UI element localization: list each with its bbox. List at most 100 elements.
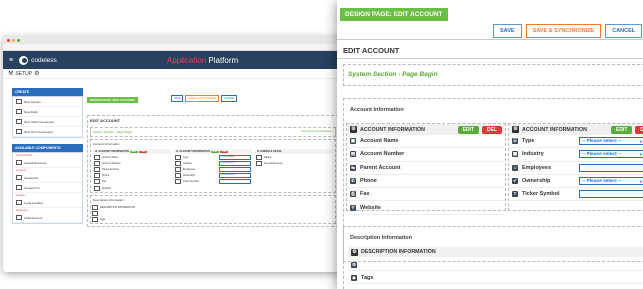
list-icon: ☰: [512, 138, 518, 145]
codeless-logo-icon: [19, 55, 29, 65]
select-dropdown[interactable]: -- Please select -- ▼: [579, 137, 643, 146]
field-row[interactable]: ☰ Type -- Please select -- ▼: [509, 135, 643, 149]
mini-field-row[interactable]: Website: [93, 185, 171, 191]
select-dropdown[interactable]: -- Please select -- ▼: [579, 150, 643, 159]
mini-field-row[interactable]: Tags: [91, 217, 335, 223]
field-label: Account Name: [360, 138, 399, 145]
component-item-label: Child Account: [24, 215, 43, 220]
mini-field-label: DESCRIPTION INFORMATION: [100, 205, 136, 209]
field-row[interactable]: ▤ Account Number: [347, 148, 505, 162]
maximize-dot-icon[interactable]: [17, 38, 20, 42]
brand-name: codeless: [31, 56, 57, 64]
mini-mid-fields: Type -- Please select -- Industry -- Please…: [174, 154, 252, 185]
component-item[interactable]: Annual Revenue: [13, 158, 82, 168]
mini-system-text: System Section - Page Begin: [93, 130, 133, 134]
mini-field-control[interactable]: [219, 166, 251, 172]
mini-account-info-section: Account Information ⚙ ACCOUNT INFORMATIO…: [90, 139, 336, 194]
item-icon: [16, 109, 22, 114]
chevron-down-icon[interactable]: ▼: [639, 152, 643, 157]
field-row[interactable]: T Ticker Symbol: [509, 188, 643, 202]
field-icon: [94, 173, 100, 179]
save-synchronize-button[interactable]: SAVE & SYNCHRONIZE: [525, 24, 602, 38]
mini-save-button[interactable]: SAVE: [171, 95, 184, 102]
tags-field-row[interactable]: ◆ Tags: [348, 272, 643, 284]
field-icon: [94, 185, 100, 191]
divider: [337, 58, 643, 59]
select-dropdown[interactable]: -- Please select -- ▼: [579, 177, 643, 186]
field-icon: [92, 204, 98, 210]
chevron-down-icon[interactable]: ▼: [639, 179, 643, 184]
text-input[interactable]: [579, 163, 643, 172]
right-fields: ☰ Type -- Please select -- ▼ ▦ Industry -- Ple…: [509, 135, 643, 202]
text-input[interactable]: [579, 190, 643, 199]
create-panel: New Section New Field New Child Component N…: [12, 96, 83, 138]
mini-field-label: Rating: [264, 155, 272, 159]
mini-field-label: Website: [102, 186, 111, 190]
description-field-row[interactable]: ⚙: [348, 259, 643, 271]
control-value: -- Please select --: [582, 138, 622, 144]
create-item[interactable]: New Grid Component: [13, 127, 82, 137]
edit-button[interactable]: EDIT: [457, 125, 479, 134]
mini-save-sync-button[interactable]: SAVE & SYNCHRONIZE: [185, 95, 220, 102]
component-item-label: Created On: [24, 185, 40, 190]
field-label: Industry: [522, 151, 544, 158]
component-item[interactable]: Created At: [13, 173, 82, 183]
mini-edit-pill[interactable]: EDIT: [129, 150, 139, 153]
edit-button[interactable]: EDIT: [610, 125, 633, 134]
settings-cog-icon[interactable]: ⚙: [350, 126, 357, 133]
component-item[interactable]: Local Location: [13, 198, 82, 208]
hamburger-menu-icon[interactable]: ≡: [9, 57, 13, 64]
column-header-left: ⚙ ACCOUNT INFORMATION EDIT DEL: [347, 124, 505, 135]
mini-del-pill[interactable]: DEL: [139, 150, 148, 153]
cancel-button[interactable]: CANCEL: [605, 24, 643, 38]
mini-field-control[interactable]: -- Please select --: [219, 160, 251, 166]
delete-button[interactable]: DEL: [482, 125, 502, 134]
create-item[interactable]: New Field: [13, 107, 82, 117]
mini-mid-del-pill[interactable]: DEL: [220, 150, 229, 153]
field-row[interactable]: ✆ Phone: [347, 175, 505, 189]
field-row[interactable]: ▦ Industry -- Please select -- ▼: [509, 148, 643, 162]
field-row[interactable]: ⎙ Fax: [347, 188, 505, 202]
field-icon: [94, 160, 100, 166]
save-button[interactable]: SAVE: [493, 24, 522, 38]
close-dot-icon[interactable]: [7, 38, 10, 42]
component-item[interactable]: Child Account: [13, 213, 82, 223]
account-info-column-left[interactable]: ⚙ ACCOUNT INFORMATION EDIT DEL ▣ Account …: [346, 123, 506, 215]
mini-field-control[interactable]: -- Please select --: [219, 154, 251, 160]
mini-field-row[interactable]: Annual Revenue: [255, 160, 333, 166]
control-value: -- Please select --: [582, 151, 622, 157]
create-item[interactable]: New Child Component: [13, 117, 82, 127]
mini-mid-edit-pill[interactable]: EDIT: [210, 150, 220, 153]
gear-icon[interactable]: ⚙: [34, 70, 39, 77]
system-section[interactable]: System Section - Page Begin: [343, 64, 643, 86]
field-row[interactable]: ✔ Ownership -- Please select -- ▼: [509, 175, 643, 189]
description-header-title: DESCRIPTION INFORMATION: [361, 249, 436, 255]
mini-field-control[interactable]: -- Please select --: [219, 173, 251, 179]
mini-cancel-button[interactable]: CANCEL: [221, 95, 238, 102]
field-icon: [94, 166, 100, 172]
mini-field-control[interactable]: [219, 179, 251, 185]
field-row[interactable]: ▣ Account Name: [347, 135, 505, 149]
create-item[interactable]: New Section: [13, 97, 82, 107]
field-row[interactable]: ⚲ Website: [347, 201, 505, 215]
field-icon: [92, 210, 98, 216]
field-row[interactable]: ☺ Employees: [509, 162, 643, 175]
address-bar[interactable]: [3, 44, 343, 51]
field-icon: [94, 179, 100, 185]
zoomed-design-panel: DESIGN PAGE: EDIT ACCOUNT SAVE SAVE & SY…: [337, 0, 643, 289]
field-label: Phone: [360, 178, 377, 185]
chevron-down-icon[interactable]: ▼: [639, 139, 643, 144]
minimize-dot-icon[interactable]: [12, 38, 15, 42]
account-info-column-right[interactable]: ⚙ ACCOUNT INFORMATION EDIT D ☰ Type -- Ple…: [508, 123, 643, 211]
settings-cog-icon[interactable]: ⚙: [512, 126, 519, 133]
setup-icon[interactable]: ⚒: [8, 70, 13, 77]
settings-cog-icon[interactable]: ⚙: [351, 248, 358, 256]
item-icon: [16, 175, 22, 180]
delete-button[interactable]: D: [635, 125, 643, 134]
mini-field-row[interactable]: Ticker Symbol: [174, 179, 252, 185]
field-row[interactable]: ⇆ Parent Account: [347, 162, 505, 175]
description-information-section[interactable]: Description Information ⚙ DESCRIPTION IN…: [343, 226, 643, 289]
mini-columns: ⚙ ACCOUNT INFORMATION EDIT DEL Account Na…: [91, 148, 335, 192]
component-item[interactable]: Created On: [13, 183, 82, 193]
setup-label[interactable]: SETUP: [15, 71, 32, 77]
